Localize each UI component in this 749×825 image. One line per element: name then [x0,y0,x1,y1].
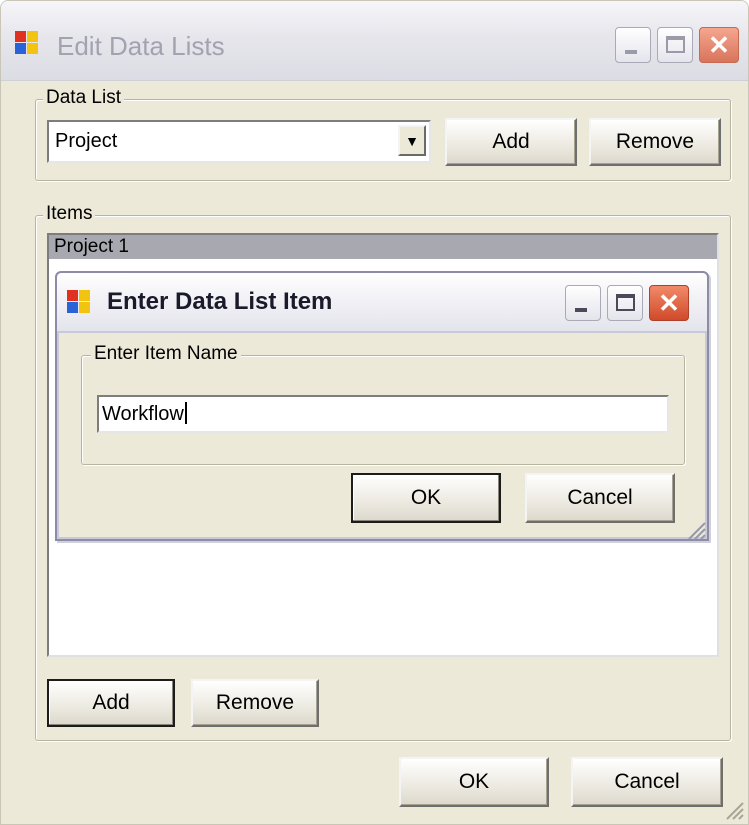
app-icon [15,31,39,55]
dialog-minimize-button[interactable] [565,285,601,321]
data-list-remove-button[interactable]: Remove [589,118,721,166]
maximize-icon [616,294,635,311]
dialog-titlebar[interactable]: Enter Data List Item ✕ [57,273,707,331]
maximize-icon [666,36,685,53]
dialog-maximize-button[interactable] [607,285,643,321]
dialog-close-button[interactable]: ✕ [649,285,689,321]
item-name-legend: Enter Item Name [91,343,241,365]
data-list-combo[interactable]: Project ▼ [47,120,431,163]
close-button[interactable]: ✕ [699,27,739,63]
cancel-button[interactable]: Cancel [571,757,723,807]
item-name-input[interactable]: Workflow [97,395,669,433]
window-titlebar[interactable]: Edit Data Lists ✕ [1,1,748,81]
data-list-legend: Data List [43,87,124,109]
minimize-icon [625,50,637,54]
ok-button[interactable]: OK [399,757,549,807]
item-name-value: Workflow [102,403,184,425]
items-legend: Items [43,203,96,225]
items-remove-button[interactable]: Remove [191,679,319,727]
text-caret [184,402,187,424]
items-add-button[interactable]: Add [47,679,175,727]
dialog-cancel-button[interactable]: Cancel [525,473,675,523]
minimize-icon [575,308,587,312]
dialog-body: Enter Item Name Workflow OK Cancel [57,331,707,541]
enter-item-dialog: Enter Data List Item ✕ Enter Item Name W… [55,271,709,541]
window-title: Edit Data Lists [57,31,225,61]
dialog-title: Enter Data List Item [107,288,333,315]
resize-grip-icon[interactable] [723,799,745,821]
minimize-button[interactable] [615,27,651,63]
close-icon: ✕ [658,288,680,318]
dialog-resize-grip-icon[interactable] [685,519,707,541]
edit-data-lists-window: Edit Data Lists ✕ Data List Project ▼ Ad… [0,0,749,825]
dialog-ok-button[interactable]: OK [351,473,501,523]
dropdown-arrow-icon[interactable]: ▼ [398,125,426,156]
dialog-app-icon [67,290,91,314]
data-list-selected: Project [55,130,118,152]
data-list-add-button[interactable]: Add [445,118,577,166]
close-icon: ✕ [708,30,730,60]
maximize-button[interactable] [657,27,693,63]
list-item-selected[interactable]: Project 1 [49,235,717,259]
